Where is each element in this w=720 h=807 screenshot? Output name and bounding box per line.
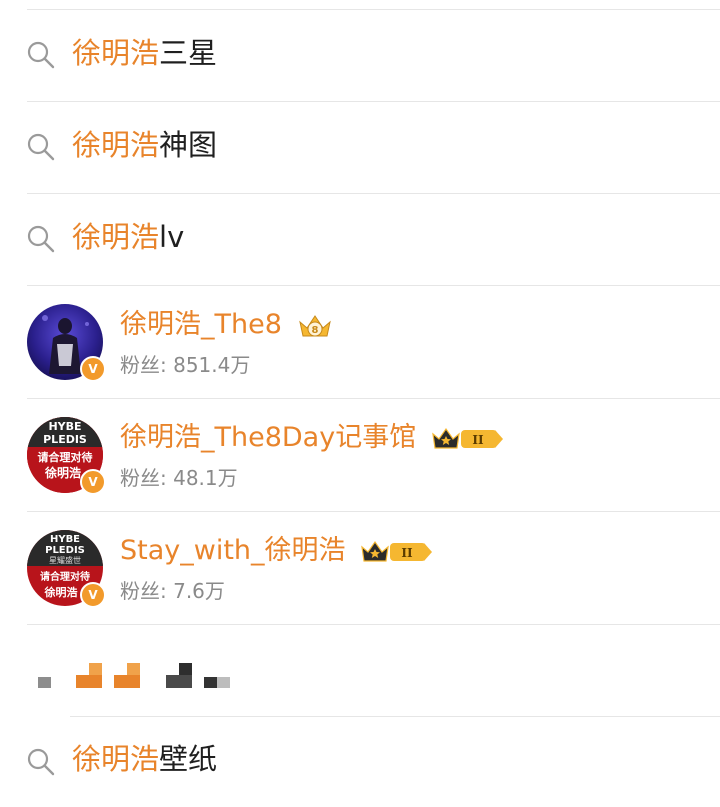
suggestion-text: 徐明浩壁纸 (72, 741, 217, 777)
suggestion-item[interactable]: 徐明浩壁纸 (0, 717, 720, 807)
crown-level: II (472, 433, 484, 447)
pixel-block (204, 677, 217, 688)
suggestion-text: 徐明浩三星 (72, 35, 217, 71)
avatar-text: 请合理对待 (38, 450, 93, 464)
pixel-block (89, 663, 102, 675)
pixel-block (76, 675, 102, 688)
suggestion-rest: 三星 (159, 36, 218, 70)
pixel-block (166, 675, 192, 688)
avatar-text: PLEDIS (43, 433, 87, 446)
suggestion-rest: lv (159, 220, 185, 254)
suggestion-highlight: 徐明浩 (72, 36, 160, 70)
verified-badge-icon: V (80, 356, 106, 382)
suggestion-highlight: 徐明浩 (72, 742, 160, 776)
pixel-block (114, 675, 140, 688)
avatar-text: HYBE (48, 420, 81, 433)
suggestion-item[interactable]: 徐明浩lv (0, 194, 720, 284)
avatar-text: 星耀盛世 (49, 555, 81, 565)
user-fans-count: 粉丝: 48.1万 (120, 466, 238, 490)
user-fans-count: 粉丝: 7.6万 (120, 579, 225, 603)
avatar-text: 请合理对待 (40, 570, 90, 583)
suggestion-highlight: 徐明浩 (72, 128, 160, 162)
obscured-content (0, 625, 720, 715)
crown-level: 8 (311, 325, 318, 336)
search-icon (27, 41, 55, 69)
user-name-text: 徐明浩_The8 (120, 309, 282, 340)
user-name: Stay_with_徐明浩 II (120, 534, 434, 568)
crown-level: II (402, 546, 414, 560)
user-fans-count: 粉丝: 851.4万 (120, 353, 251, 377)
avatar-text: 徐明浩 (44, 465, 81, 480)
search-icon (27, 225, 55, 253)
pixel-block (127, 663, 140, 675)
pixel-block (179, 663, 192, 675)
search-icon (27, 748, 55, 776)
pixel-block (217, 677, 230, 688)
avatar-text: 徐明浩 (44, 585, 78, 599)
user-name-text: Stay_with_徐明浩 (120, 535, 346, 566)
suggestion-item[interactable]: 徐明浩三星 (0, 10, 720, 100)
suggestion-rest: 神图 (159, 128, 218, 162)
avatar-text: HYBE (50, 534, 80, 545)
pixel-block (38, 677, 51, 688)
suggestion-text: 徐明浩lv (72, 219, 184, 255)
crown-icon: II (431, 427, 503, 449)
user-result-item[interactable]: V 徐明浩_The8 8 粉丝: 851.4万 (0, 286, 720, 398)
search-icon (27, 133, 55, 161)
suggestion-rest: 壁纸 (159, 742, 218, 776)
user-result-item[interactable]: HYBE PLEDIS 请合理对待 徐明浩 V 徐明浩_The8Day记事馆 I… (0, 399, 720, 511)
suggestion-item[interactable]: 徐明浩神图 (0, 102, 720, 192)
suggestion-highlight: 徐明浩 (72, 220, 160, 254)
user-result-item[interactable]: HYBE PLEDIS 星耀盛世 请合理对待 徐明浩 V Stay_with_徐… (0, 512, 720, 624)
crown-icon: II (361, 540, 433, 562)
suggestion-text: 徐明浩神图 (72, 127, 217, 163)
verified-badge-icon: V (80, 469, 106, 495)
user-name: 徐明浩_The8 8 (120, 308, 333, 342)
avatar-text: PLEDIS (45, 545, 85, 556)
crown-icon: 8 (298, 314, 331, 336)
user-name-text: 徐明浩_The8Day记事馆 (120, 422, 417, 453)
verified-badge-icon: V (80, 582, 106, 608)
user-name: 徐明浩_The8Day记事馆 II (120, 421, 505, 455)
